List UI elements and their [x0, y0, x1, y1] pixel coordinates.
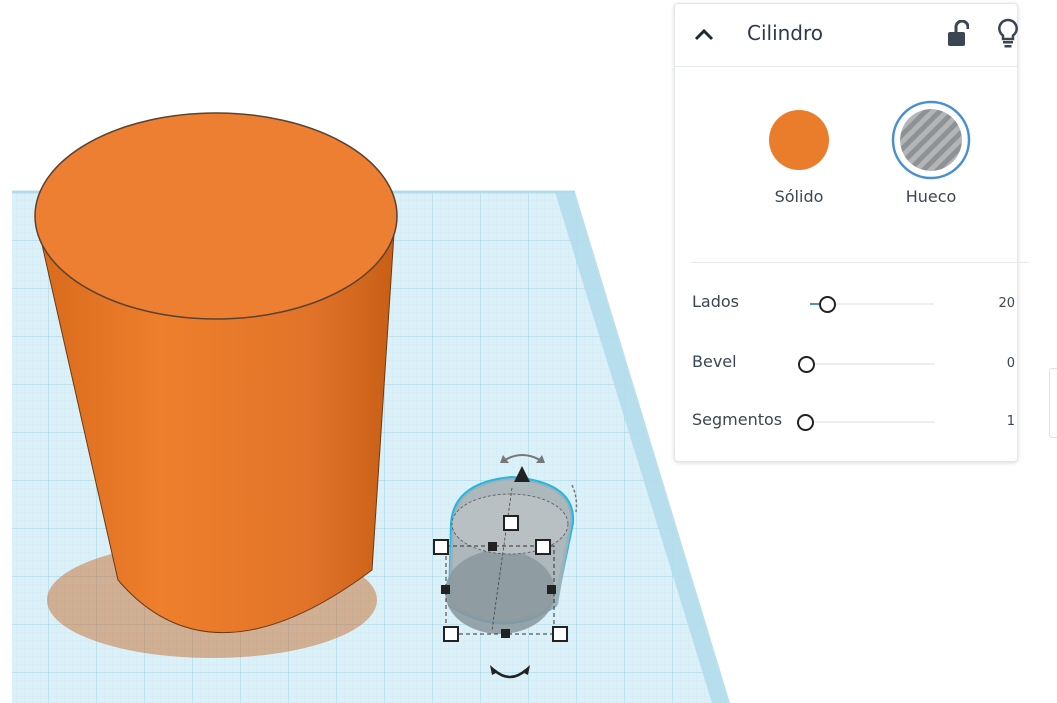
slider-knob[interactable]	[797, 414, 814, 431]
bevel-value[interactable]: 0	[975, 356, 1015, 371]
segments-value[interactable]: 1	[975, 414, 1015, 429]
solid-label: Sólido	[774, 187, 824, 206]
resize-handle-icon[interactable]	[535, 539, 551, 555]
resize-handle-icon[interactable]	[552, 626, 568, 642]
segments-slider[interactable]	[797, 413, 935, 431]
orange-cylinder[interactable]	[34, 112, 398, 658]
segments-label: Segmentos	[692, 410, 783, 429]
bevel-slider[interactable]	[798, 355, 935, 373]
sides-slider[interactable]	[810, 295, 934, 313]
bevel-label: Bevel	[692, 352, 737, 371]
shape-title: Cilindro	[747, 21, 824, 45]
sides-value[interactable]: 20	[975, 296, 1015, 311]
shape-inspector-panel: Cilindro Sólido Hueco Lados 20 Bevel 0 S…	[674, 3, 1029, 462]
panel-header: Cilindro	[675, 4, 1019, 67]
lightbulb-icon[interactable]	[997, 18, 1019, 48]
divider	[691, 262, 1029, 263]
height-handle-icon[interactable]	[503, 515, 519, 531]
slider-knob[interactable]	[819, 296, 836, 313]
unlock-icon[interactable]	[947, 20, 969, 48]
resize-handle-icon[interactable]	[443, 626, 459, 642]
solid-option-button[interactable]	[759, 100, 839, 180]
chevron-up-icon[interactable]	[691, 22, 717, 48]
hole-label: Hueco	[905, 187, 957, 206]
hole-option-button[interactable]	[891, 100, 971, 180]
slider-knob[interactable]	[798, 356, 815, 373]
side-panel-tab[interactable]	[1049, 368, 1057, 438]
sides-label: Lados	[692, 292, 739, 311]
resize-handle-icon[interactable]	[433, 539, 449, 555]
